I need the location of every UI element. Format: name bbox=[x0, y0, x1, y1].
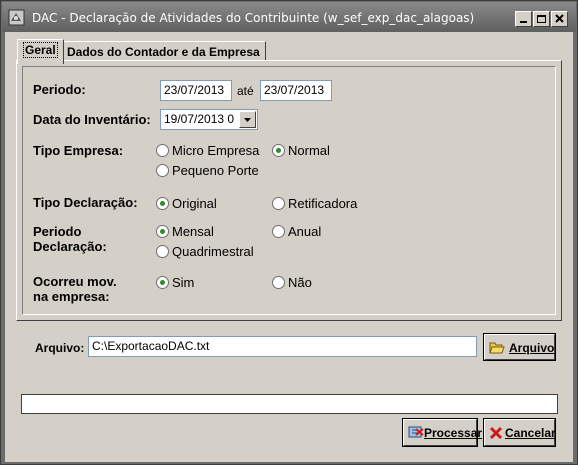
close-icon bbox=[555, 14, 564, 23]
inventario-date-value: 19/07/2013 0 bbox=[164, 112, 235, 126]
inventario-date-dropdown[interactable] bbox=[239, 111, 256, 128]
radio-micro-empresa-label: Micro Empresa bbox=[172, 143, 260, 158]
app-icon bbox=[8, 9, 25, 26]
radio-nao-label: Não bbox=[288, 275, 312, 290]
application-window: DAC - Declaração de Atividades do Contri… bbox=[0, 0, 578, 465]
periodo-declaracao-label-1: Periodo bbox=[33, 224, 82, 239]
radio-mensal-label: Mensal bbox=[172, 224, 214, 239]
radio-dot bbox=[156, 164, 169, 177]
radio-quadrimestral-label: Quadrimestral bbox=[172, 244, 254, 259]
ocorreu-mov-label-1: Ocorreu mov. bbox=[33, 274, 117, 289]
ocorreu-mov-label-2: na empresa: bbox=[33, 289, 110, 304]
radio-dot-selected bbox=[156, 225, 169, 238]
processar-button[interactable]: Processar bbox=[402, 418, 482, 447]
tipo-declaracao-label: Tipo Declaração: bbox=[33, 195, 138, 210]
periodo-start-field[interactable]: 23/07/2013 bbox=[160, 80, 232, 101]
periodo-label: Periodo: bbox=[33, 82, 86, 97]
radio-dot bbox=[272, 225, 285, 238]
processar-label: Processar bbox=[424, 426, 483, 440]
arquivo-browse-label: Arquivo bbox=[509, 341, 555, 355]
window-title: DAC - Declaração de Atividades do Contri… bbox=[32, 11, 475, 25]
radio-dot-selected bbox=[156, 276, 169, 289]
radio-dot bbox=[272, 276, 285, 289]
radio-original-label: Original bbox=[172, 196, 217, 211]
radio-normal-label: Normal bbox=[288, 143, 330, 158]
tipo-empresa-label: Tipo Empresa: bbox=[33, 143, 124, 158]
radio-pequeno-porte-label: Pequeno Porte bbox=[172, 163, 259, 178]
open-folder-icon bbox=[489, 341, 505, 358]
chevron-down-icon bbox=[244, 118, 251, 122]
maximize-icon bbox=[537, 15, 546, 23]
cancelar-label: Cancelar bbox=[505, 426, 556, 440]
arquivo-browse-button[interactable]: Arquivo bbox=[483, 333, 556, 361]
arquivo-path-field[interactable]: C:\ExportacaoDAC.txt bbox=[88, 336, 477, 357]
progress-bar bbox=[21, 394, 558, 414]
radio-dot-selected bbox=[156, 197, 169, 210]
minimize-button[interactable] bbox=[515, 11, 532, 27]
cancel-x-icon bbox=[489, 426, 503, 443]
radio-dot bbox=[156, 144, 169, 157]
window-client-area: Geral Dados do Contador e da Empresa Per… bbox=[5, 32, 573, 462]
radio-dot bbox=[156, 245, 169, 258]
arquivo-label: Arquivo: bbox=[35, 341, 85, 355]
tab-dados-contador-label: Dados do Contador e da Empresa bbox=[67, 45, 260, 59]
inventario-label: Data do Inventário: bbox=[33, 112, 151, 127]
radio-dot bbox=[272, 197, 285, 210]
radio-sim-label: Sim bbox=[172, 275, 195, 290]
periodo-end-field[interactable]: 23/07/2013 bbox=[260, 80, 332, 101]
minimize-icon bbox=[520, 21, 527, 23]
close-button[interactable] bbox=[551, 11, 568, 27]
tab-page-geral: Periodo: 23/07/2013 até 23/07/2013 Data … bbox=[16, 60, 562, 321]
tab-geral-label: Geral bbox=[23, 42, 58, 58]
title-bar[interactable]: DAC - Declaração de Atividades do Contri… bbox=[2, 2, 576, 32]
radio-dot-selected bbox=[272, 144, 285, 157]
radio-anual-label: Anual bbox=[288, 224, 322, 239]
radio-retificadora-label: Retificadora bbox=[288, 196, 358, 211]
cancelar-button[interactable]: Cancelar bbox=[483, 418, 556, 447]
periodo-declaracao-label-2: Declaração: bbox=[33, 239, 107, 254]
tab-geral[interactable]: Geral bbox=[17, 39, 64, 64]
periodo-separator: até bbox=[237, 84, 254, 98]
maximize-button[interactable] bbox=[533, 11, 550, 27]
